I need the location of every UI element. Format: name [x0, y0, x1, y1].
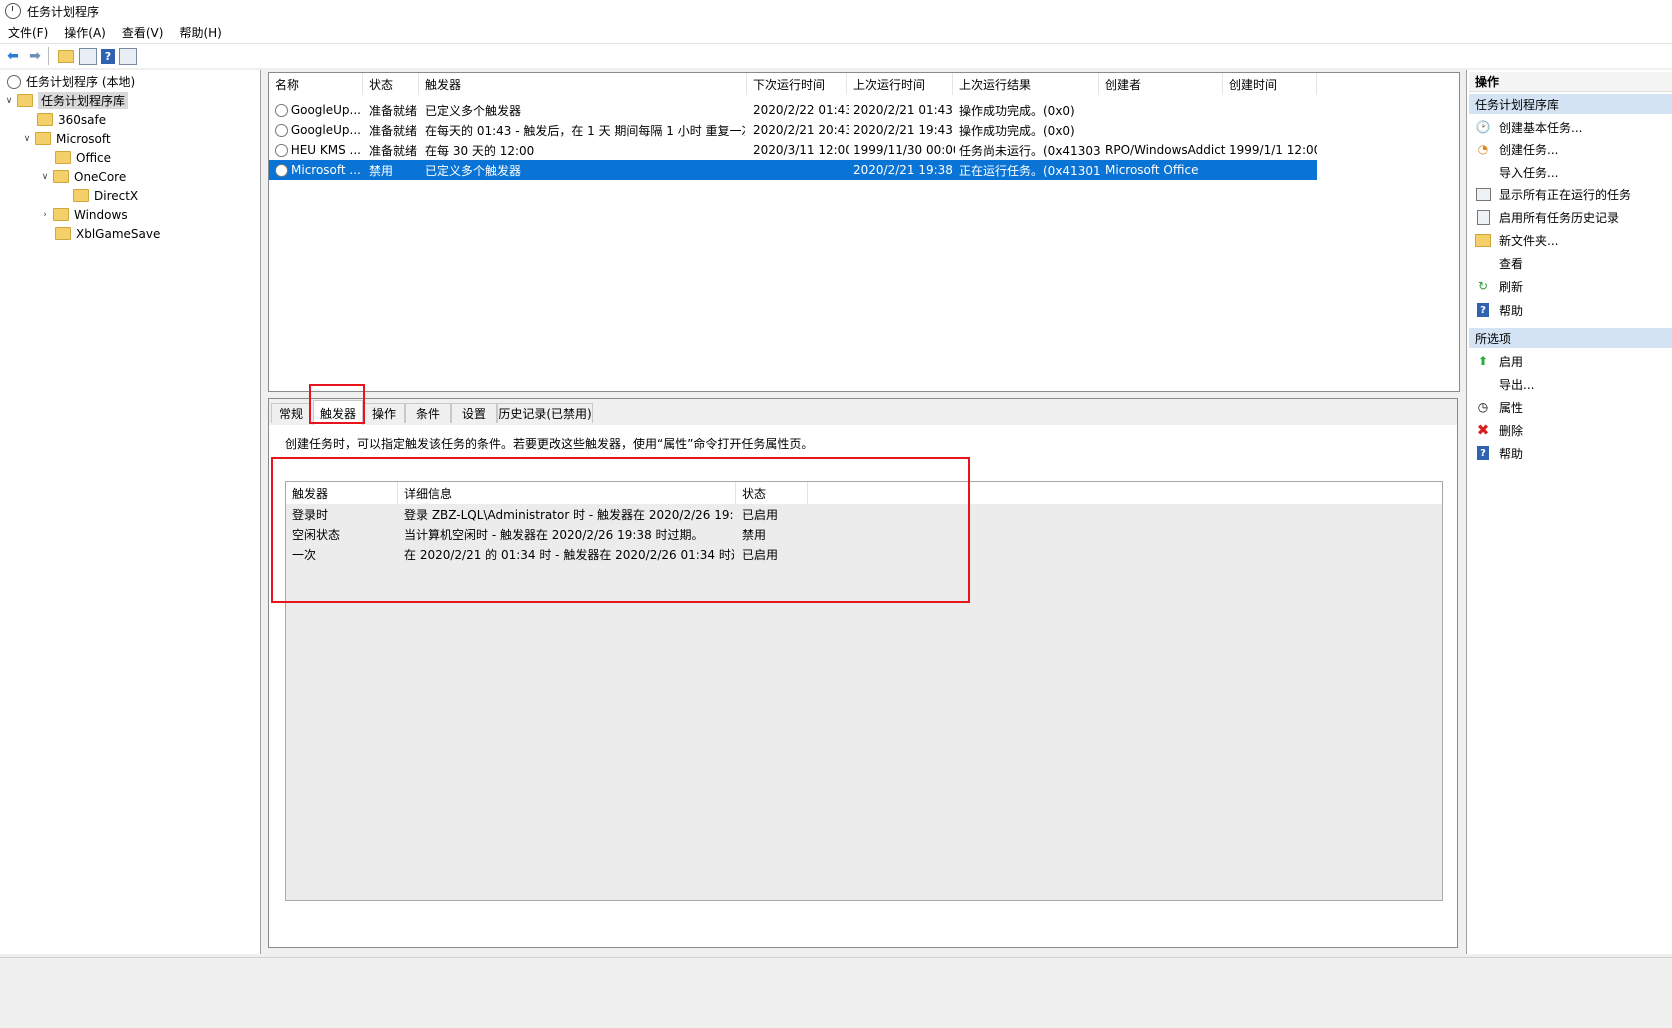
tree-item-onecore[interactable]: ∨ OneCore: [40, 167, 127, 186]
enable-arrow-icon: ⬆: [1477, 354, 1489, 368]
tab-actions[interactable]: 操作: [363, 403, 405, 423]
refresh-icon: ↻: [1477, 279, 1489, 293]
action-enable[interactable]: ⬆ 启用: [1469, 350, 1523, 372]
folder-icon: [37, 113, 53, 126]
actions-header: 操作: [1469, 72, 1672, 92]
show-hide-console-icon[interactable]: [79, 47, 97, 65]
help-icon: ?: [1475, 302, 1491, 318]
tab-general[interactable]: 常规: [271, 403, 311, 423]
folder-icon: [55, 227, 71, 240]
tree-item-directx[interactable]: DirectX: [70, 186, 138, 205]
folder-icon: [55, 151, 71, 164]
action-refresh[interactable]: ↻ 刷新: [1469, 275, 1523, 297]
tree-item-xblgamesave[interactable]: XblGameSave: [52, 224, 160, 243]
tree-library[interactable]: ∨ 任务计划程序库: [4, 91, 129, 110]
action-view[interactable]: 查看: [1469, 252, 1523, 274]
action-new-folder[interactable]: 新文件夹...: [1469, 229, 1558, 251]
tree-item-microsoft[interactable]: ∨ Microsoft: [22, 129, 111, 148]
action-enable-history[interactable]: 启用所有任务历史记录: [1469, 206, 1619, 228]
action-properties[interactable]: ◷ 属性: [1469, 396, 1523, 418]
task-clock-icon: [275, 123, 288, 137]
running-tasks-icon: [1475, 186, 1491, 202]
detail-tabs: 常规 触发器 操作 条件 设置 历史记录(已禁用): [269, 399, 1457, 425]
view-icon: [1475, 255, 1491, 271]
tree-item-windows[interactable]: › Windows: [40, 205, 127, 224]
column-header-name[interactable]: 名称: [269, 73, 363, 95]
new-folder-icon: [1475, 232, 1491, 248]
history-icon: [1475, 209, 1491, 225]
navigation-tree: 任务计划程序 (本地) ∨ 任务计划程序库 360safe ∨ Microsof…: [0, 70, 261, 954]
actions-section-library[interactable]: 任务计划程序库: [1469, 94, 1672, 114]
folder-icon: [35, 132, 51, 145]
status-bar: [0, 957, 1672, 1028]
action-delete[interactable]: ✖ 删除: [1469, 419, 1523, 441]
expand-chevron-icon[interactable]: ›: [40, 210, 50, 220]
column-header-last-run[interactable]: 上次运行时间: [847, 73, 953, 95]
tab-conditions[interactable]: 条件: [405, 403, 451, 423]
properties-icon: ◷: [1477, 400, 1489, 414]
title-bar: 任务计划程序: [0, 0, 1672, 22]
task-clock-icon: [275, 163, 288, 177]
menu-help[interactable]: 帮助(H): [171, 24, 229, 41]
back-arrow-icon[interactable]: ⬅: [4, 47, 22, 65]
triggers-description: 创建任务时，可以指定触发该任务的条件。若要更改这些触发器，使用“属性”命令打开任…: [285, 437, 814, 451]
toolbar-separator: [48, 47, 49, 65]
help-icon[interactable]: ?: [101, 48, 115, 64]
collapse-chevron-icon[interactable]: ∨: [40, 172, 50, 182]
menu-bar: 文件(F) 操作(A) 查看(V) 帮助(H): [0, 22, 1672, 43]
forward-arrow-icon[interactable]: ➡: [26, 47, 44, 65]
collapse-chevron-icon[interactable]: ∨: [22, 134, 32, 144]
export-icon: [1475, 376, 1491, 392]
menu-view[interactable]: 查看(V): [114, 24, 172, 41]
tree-root[interactable]: 任务计划程序 (本地): [4, 72, 135, 91]
action-create-basic-task[interactable]: 🕑 创建基本任务...: [1469, 116, 1583, 138]
column-header-author[interactable]: 创建者: [1099, 73, 1223, 95]
action-show-running-tasks[interactable]: 显示所有正在运行的任务: [1469, 183, 1631, 205]
toolbar: ⬅ ➡ ?: [0, 43, 1672, 68]
menu-action[interactable]: 操作(A): [56, 24, 114, 41]
actions-section-selected[interactable]: 所选项: [1469, 328, 1672, 348]
tab-history[interactable]: 历史记录(已禁用): [497, 403, 593, 423]
collapse-chevron-icon[interactable]: ∨: [4, 96, 14, 106]
window-title: 任务计划程序: [27, 4, 100, 19]
task-row[interactable]: GoogleUp... 准备就绪 在每天的 01:43 - 触发后，在 1 天 …: [269, 120, 1317, 140]
action-export[interactable]: 导出...: [1469, 373, 1534, 395]
create-task-icon: ◔: [1477, 142, 1489, 156]
task-clock-icon: [275, 103, 288, 117]
task-clock-icon: [275, 143, 288, 157]
folder-icon: [53, 208, 69, 221]
highlight-trigger-list: [271, 457, 970, 603]
delete-x-icon: ✖: [1476, 421, 1490, 439]
task-row[interactable]: HEU KMS ... 准备就绪 在每 30 天的 12:00 2020/3/1…: [269, 140, 1317, 160]
import-task-icon: [1475, 164, 1491, 180]
clock-icon: [5, 3, 21, 19]
tab-settings[interactable]: 设置: [451, 403, 497, 423]
task-row[interactable]: GoogleUp... 准备就绪 已定义多个触发器 2020/2/22 01:4…: [269, 100, 1317, 120]
column-header-next-run[interactable]: 下次运行时间: [747, 73, 847, 95]
column-header-last-result[interactable]: 上次运行结果: [953, 73, 1099, 95]
folder-icon: [17, 94, 33, 107]
column-header-trigger[interactable]: 触发器: [419, 73, 747, 95]
clock-icon: [7, 74, 21, 89]
action-import-task[interactable]: 导入任务...: [1469, 161, 1558, 183]
column-header-created[interactable]: 创建时间: [1223, 73, 1317, 95]
actions-pane: 操作 任务计划程序库 🕑 创建基本任务... ◔ 创建任务... 导入任务... 显…: [1466, 70, 1672, 954]
help-icon: ?: [1475, 445, 1491, 461]
tree-item-office[interactable]: Office: [52, 148, 111, 167]
create-basic-task-icon: 🕑: [1475, 120, 1491, 134]
action-help-selected[interactable]: ? 帮助: [1469, 442, 1523, 464]
highlight-triggers-tab: [309, 384, 365, 424]
show-hide-action-pane-icon[interactable]: [119, 47, 137, 65]
folder-icon: [53, 170, 69, 183]
up-folder-icon[interactable]: [57, 47, 75, 65]
tree-item-360safe[interactable]: 360safe: [34, 110, 106, 129]
folder-icon: [73, 189, 89, 202]
column-header-status[interactable]: 状态: [363, 73, 419, 95]
action-help[interactable]: ? 帮助: [1469, 299, 1523, 321]
action-create-task[interactable]: ◔ 创建任务...: [1469, 138, 1559, 160]
task-row-selected[interactable]: Microsoft ... 禁用 已定义多个触发器 2020/2/21 19:3…: [269, 160, 1317, 180]
menu-file[interactable]: 文件(F): [0, 24, 56, 41]
task-list: 名称 状态 触发器 下次运行时间 上次运行时间 上次运行结果 创建者 创建时间 …: [268, 72, 1460, 392]
